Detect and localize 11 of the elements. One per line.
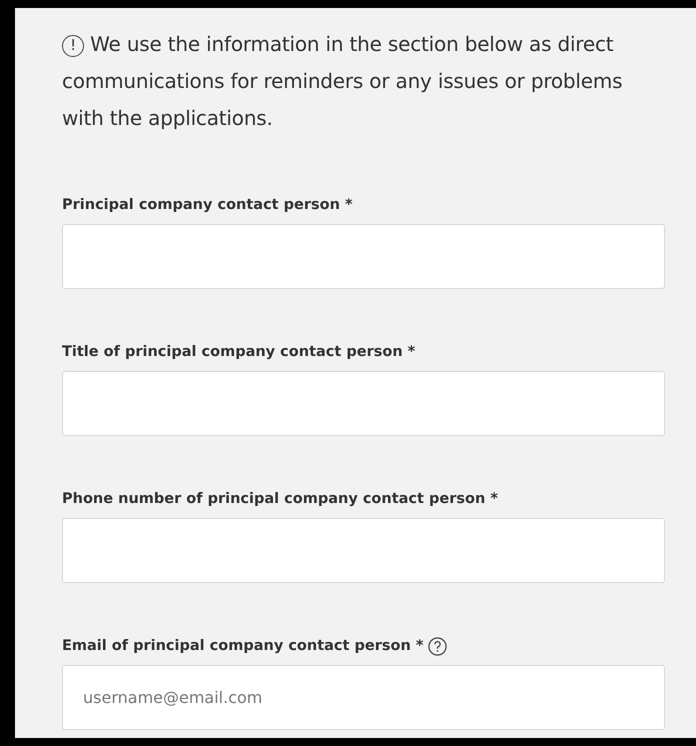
text-field[interactable] bbox=[62, 224, 665, 289]
text-field[interactable] bbox=[62, 371, 665, 436]
field-label: Title of principal company contact person * bbox=[62, 344, 416, 360]
field-label: Principal company contact person * bbox=[62, 197, 353, 213]
field-label: Email of principal company contact person * bbox=[62, 638, 424, 654]
help-icon[interactable] bbox=[428, 636, 448, 656]
field-label: Phone number of principal company contact person * bbox=[62, 491, 498, 507]
text-field[interactable] bbox=[62, 518, 665, 583]
exclamation-icon: ! bbox=[62, 35, 84, 57]
notice-text: ! We use the information in the section below as direct communications for reminders or any issues or problems with the applications. bbox=[62, 31, 624, 132]
text-field[interactable]: username@email.com bbox=[62, 665, 665, 730]
